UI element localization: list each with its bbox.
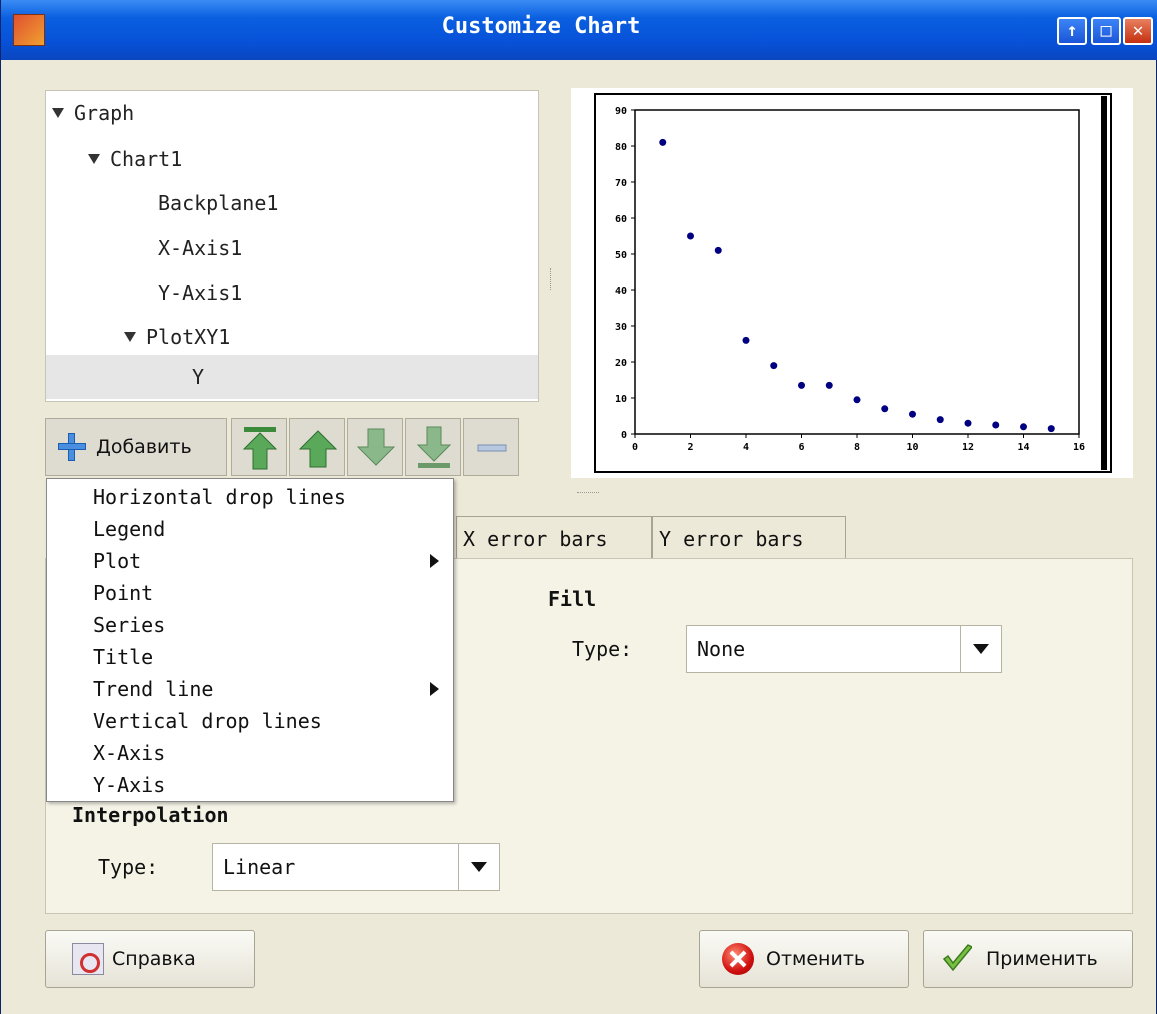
y-tick-label: 80 — [615, 142, 627, 153]
help-icon — [72, 943, 104, 975]
menu-item-legend[interactable]: Legend — [47, 513, 453, 545]
data-point — [825, 381, 833, 389]
move-down-button[interactable] — [347, 418, 403, 476]
move-up-button[interactable] — [289, 418, 345, 476]
remove-button[interactable] — [463, 418, 519, 476]
chevron-down-icon[interactable] — [458, 844, 499, 890]
x-tick-label: 4 — [743, 442, 749, 453]
menu-item-y-axis[interactable]: Y-Axis — [47, 769, 453, 801]
data-point — [992, 421, 1000, 429]
data-point — [881, 405, 889, 413]
x-tick-label: 0 — [632, 442, 638, 453]
arrow-down-icon — [356, 428, 396, 466]
data-point — [853, 396, 861, 404]
add-menu: Horizontal drop lines Legend Plot Point … — [46, 478, 454, 802]
maximize-button[interactable]: □ — [1091, 17, 1121, 45]
chart-tree[interactable]: Graph Chart1 Backplane1 X-Axis1 Y-Axis1 … — [45, 90, 539, 402]
cancel-button[interactable]: Отменить — [699, 930, 909, 988]
add-button[interactable]: Добавить — [45, 418, 227, 476]
data-point — [1047, 425, 1055, 433]
chart-backplane — [594, 93, 1112, 473]
close-button[interactable]: ✕ — [1123, 17, 1153, 45]
data-point — [659, 138, 667, 146]
data-point — [1020, 423, 1027, 431]
fill-type-label: Type: — [572, 637, 633, 661]
checkmark-icon — [942, 944, 972, 972]
customize-chart-dialog: Customize Chart ↑ □ ✕ Graph Chart1 Backp… — [0, 0, 1157, 1014]
data-point — [742, 336, 750, 344]
interpolation-type-label: Type: — [98, 855, 159, 879]
menu-item-title[interactable]: Title — [47, 641, 453, 673]
data-point — [798, 381, 805, 389]
x-tick-label: 16 — [1073, 442, 1085, 453]
apply-button[interactable]: Применить — [923, 930, 1133, 988]
y-tick-label: 0 — [621, 430, 627, 441]
tree-item-y[interactable]: Y — [46, 355, 538, 399]
chart-svg: 0 10 20 30 40 50 60 70 80 90 0 2 4 6 8 10 12 14 16 — [594, 93, 1112, 473]
fill-section-title: Fill — [548, 587, 597, 611]
window-up-button[interactable]: ↑ — [1057, 17, 1087, 45]
interpolation-section-title: Interpolation — [72, 803, 229, 827]
x-tick-label: 8 — [854, 442, 860, 453]
x-tick-label: 12 — [962, 442, 974, 453]
cancel-icon — [722, 943, 754, 975]
data-point — [909, 410, 916, 418]
move-bottom-button[interactable] — [405, 418, 461, 476]
tab-y-error-bars[interactable]: Y error bars — [652, 516, 846, 560]
tab-x-error-bars[interactable]: X error bars — [456, 516, 652, 560]
chart-shadow — [1101, 96, 1107, 470]
fill-type-select[interactable]: None — [686, 625, 1002, 673]
menu-item-series[interactable]: Series — [47, 609, 453, 641]
arrow-up-icon — [298, 430, 338, 468]
menu-item-horizontal-drop-lines[interactable]: Horizontal drop lines — [47, 481, 453, 513]
expand-triangle-icon[interactable] — [88, 153, 100, 164]
menu-item-point[interactable]: Point — [47, 577, 453, 609]
x-tick-label: 2 — [687, 442, 693, 453]
y-tick-label: 60 — [615, 214, 627, 225]
data-point — [936, 416, 944, 424]
menu-item-trend-line[interactable]: Trend line — [47, 673, 453, 705]
menu-item-vertical-drop-lines[interactable]: Vertical drop lines — [47, 705, 453, 737]
tree-item-chart1[interactable]: Chart1 — [88, 137, 182, 181]
submenu-arrow-icon — [430, 682, 439, 696]
submenu-arrow-icon — [430, 554, 439, 568]
y-tick-label: 50 — [615, 250, 627, 261]
chevron-down-icon[interactable] — [960, 626, 1001, 672]
x-tick-label: 14 — [1017, 442, 1029, 453]
interpolation-type-select[interactable]: Linear — [212, 843, 500, 891]
y-tick-label: 30 — [615, 322, 627, 333]
window-title: Customize Chart — [441, 14, 641, 39]
chart-preview: 0 10 20 30 40 50 60 70 80 90 0 2 4 6 8 10 12 14 16 — [571, 88, 1133, 478]
menu-item-plot[interactable]: Plot — [47, 545, 453, 577]
tree-item-x-axis1[interactable]: X-Axis1 — [158, 226, 242, 270]
menu-item-x-axis[interactable]: X-Axis — [47, 737, 453, 769]
move-top-button[interactable] — [231, 418, 287, 476]
y-tick-label: 90 — [615, 106, 627, 117]
tree-item-graph[interactable]: Graph — [52, 91, 134, 135]
vertical-splitter[interactable] — [550, 268, 554, 290]
help-button[interactable]: Справка — [45, 930, 255, 988]
expand-triangle-icon[interactable] — [124, 331, 136, 342]
y-tick-label: 10 — [615, 394, 627, 405]
minus-icon — [477, 444, 507, 452]
data-point — [770, 362, 778, 370]
tree-item-y-axis1[interactable]: Y-Axis1 — [158, 271, 242, 315]
data-point — [714, 246, 722, 254]
y-tick-label: 20 — [615, 358, 627, 369]
data-point — [687, 232, 694, 240]
move-top-icon — [242, 427, 278, 470]
y-tick-label: 40 — [615, 286, 627, 297]
data-point — [964, 419, 972, 427]
expand-triangle-icon[interactable] — [52, 107, 64, 118]
x-tick-label: 10 — [906, 442, 918, 453]
x-tick-label: 6 — [798, 442, 804, 453]
title-bar: Customize Chart ↑ □ ✕ — [1, 0, 1157, 60]
y-tick-label: 70 — [615, 178, 627, 189]
tree-item-plotxy1[interactable]: PlotXY1 — [124, 315, 230, 359]
move-bottom-icon — [416, 426, 452, 468]
tree-item-backplane1[interactable]: Backplane1 — [158, 181, 278, 225]
plus-icon — [58, 433, 86, 461]
horizontal-splitter[interactable] — [577, 492, 599, 496]
